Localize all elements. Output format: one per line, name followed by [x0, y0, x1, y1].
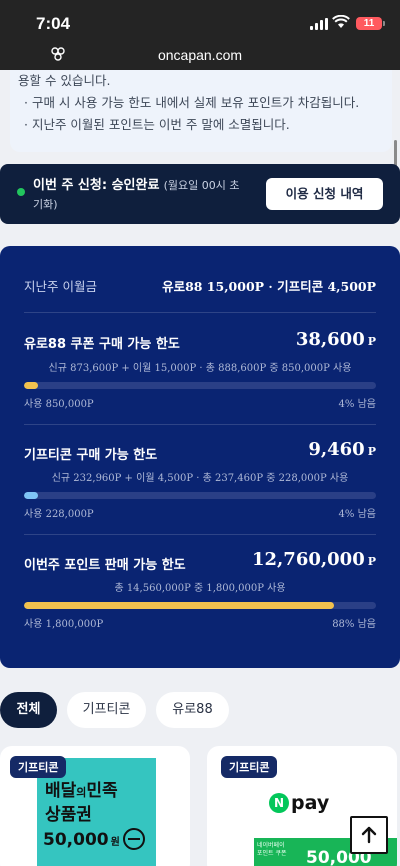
- gifticon-limit-amount: 9,460 P: [308, 439, 376, 460]
- euro88-usage-bar: [24, 382, 376, 389]
- gifticon-used: 사용 228,000P: [24, 509, 94, 520]
- point-sale-used: 사용 1,800,000P: [24, 619, 104, 630]
- notice-line: · 구매 시 사용 가능 한도 내에서 실제 보유 포인트가 차감됩니다.: [24, 95, 360, 110]
- browser-url-bar[interactable]: oncapan.com: [0, 40, 400, 70]
- category-badge: 기프티콘: [221, 756, 278, 778]
- filter-chip-all[interactable]: 전체: [0, 692, 57, 728]
- category-badge: 기프티콘: [10, 756, 67, 778]
- status-dot-icon: [17, 188, 25, 196]
- application-status-text: 이번 주 신청: 승인완료 (월요일 00시 초기화): [33, 176, 248, 214]
- usage-history-button[interactable]: 이용 신청 내역: [266, 178, 383, 210]
- euro88-remaining: 4% 남음: [338, 399, 376, 410]
- status-bar: 7:04 11: [0, 0, 400, 40]
- notice-line: 용할 수 있습니다.: [18, 73, 111, 88]
- signal-icon: [310, 18, 328, 30]
- gifticon-remaining: 4% 남음: [338, 509, 376, 520]
- usage-bar-fill: [24, 382, 39, 389]
- notice-line: · 지난주 이월된 포인트는 이번 주 말에 소멸됩니다.: [24, 117, 290, 132]
- euro88-limit-amount: 38,600 P: [295, 329, 376, 350]
- point-sale-limit-detail: 총 14,560,000P 중 1,800,000P 사용: [114, 583, 286, 594]
- euro88-limit-title: 유로88 쿠폰 구매 가능 한도: [24, 337, 180, 352]
- point-sale-limit-amount: 12,760,000 P: [251, 549, 376, 570]
- battery-icon: 11: [356, 17, 385, 30]
- divider: [24, 534, 376, 535]
- scroll-to-top-button[interactable]: [350, 816, 388, 854]
- baemin-logo-icon: [123, 828, 145, 850]
- application-status-bar: 이번 주 신청: 승인완료 (월요일 00시 초기화) 이용 신청 내역: [0, 164, 400, 224]
- voucher-price: 50,000 원: [43, 830, 120, 850]
- euro88-used: 사용 850,000P: [24, 399, 94, 410]
- usage-bar-fill: [24, 602, 334, 609]
- last-week-values: 유로88 15,000P · 기프티콘 4,500P: [162, 279, 376, 294]
- last-week-label: 지난주 이월금: [24, 279, 97, 294]
- application-status-label: 이번 주 신청: 승인완료: [33, 178, 160, 193]
- product-card[interactable]: 배달의민족 상품권 50,000 원 기프티콘: [0, 746, 190, 866]
- arrow-up-icon: [361, 826, 377, 844]
- gifticon-limit-title: 기프티콘 구매 가능 한도: [24, 448, 158, 463]
- wifi-icon: [332, 14, 350, 33]
- limits-card: 지난주 이월금 유로88 15,000P · 기프티콘 4,500P 유로88 …: [0, 246, 400, 668]
- euro88-limit-detail: 신규 873,600P + 이월 15,000P · 총 888,600P 중 …: [48, 363, 352, 374]
- point-sale-remaining: 88% 남음: [332, 619, 376, 630]
- clock: 7:04: [36, 14, 71, 33]
- filter-chip-gifticon[interactable]: 기프티콘: [67, 692, 146, 728]
- npay-logo: Npay: [269, 792, 329, 814]
- naver-n-icon: N: [269, 793, 289, 813]
- voucher-title: 배달의민족 상품권: [45, 781, 118, 825]
- point-sale-usage-bar: [24, 602, 376, 609]
- divider: [24, 312, 376, 313]
- voucher-subtitle: 네이버페이 포인트 쿠폰: [257, 842, 287, 857]
- url-text[interactable]: oncapan.com: [0, 47, 400, 63]
- filter-chip-euro88[interactable]: 유로88: [156, 692, 229, 728]
- point-sale-limit-title: 이번주 포인트 판매 가능 한도: [24, 558, 186, 573]
- usage-bar-fill: [24, 492, 39, 499]
- gifticon-limit-detail: 신규 232,960P + 이월 4,500P · 총 237,460P 중 2…: [51, 473, 349, 484]
- gifticon-usage-bar: [24, 492, 376, 499]
- divider: [24, 424, 376, 425]
- last-week-row: 지난주 이월금 유로88 15,000P · 기프티콘 4,500P: [24, 276, 376, 295]
- notice-box: 용할 수 있습니다. · 구매 시 사용 가능 한도 내에서 실제 보유 포인트…: [10, 70, 392, 152]
